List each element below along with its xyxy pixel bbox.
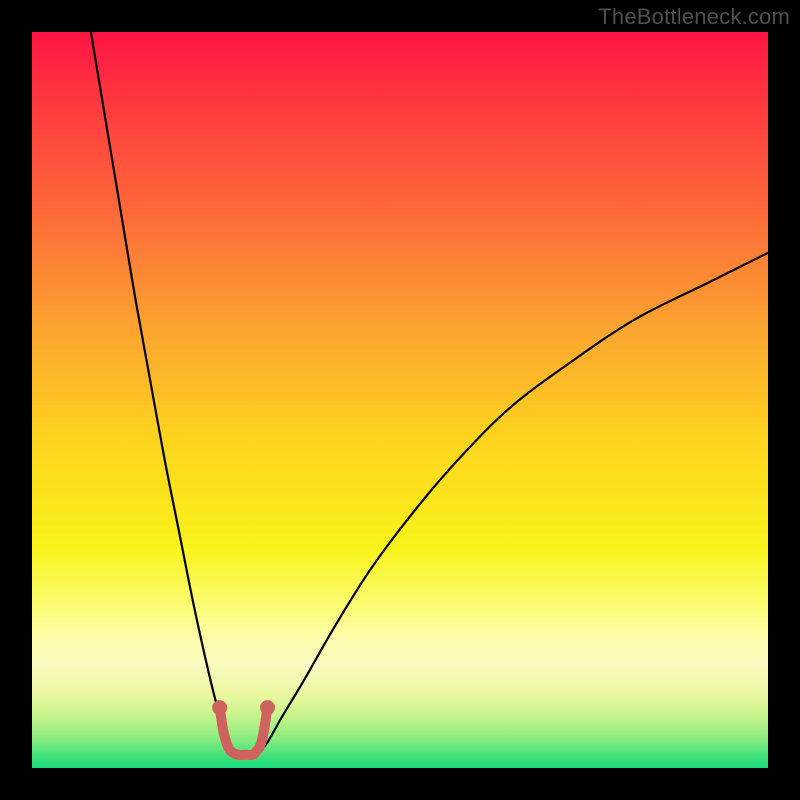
- valley-endpoint: [260, 700, 275, 715]
- watermark-text: TheBottleneck.com: [598, 4, 790, 30]
- valley-endpoint: [212, 700, 227, 715]
- gradient-background: [32, 32, 768, 768]
- bottleneck-chart: [32, 32, 768, 768]
